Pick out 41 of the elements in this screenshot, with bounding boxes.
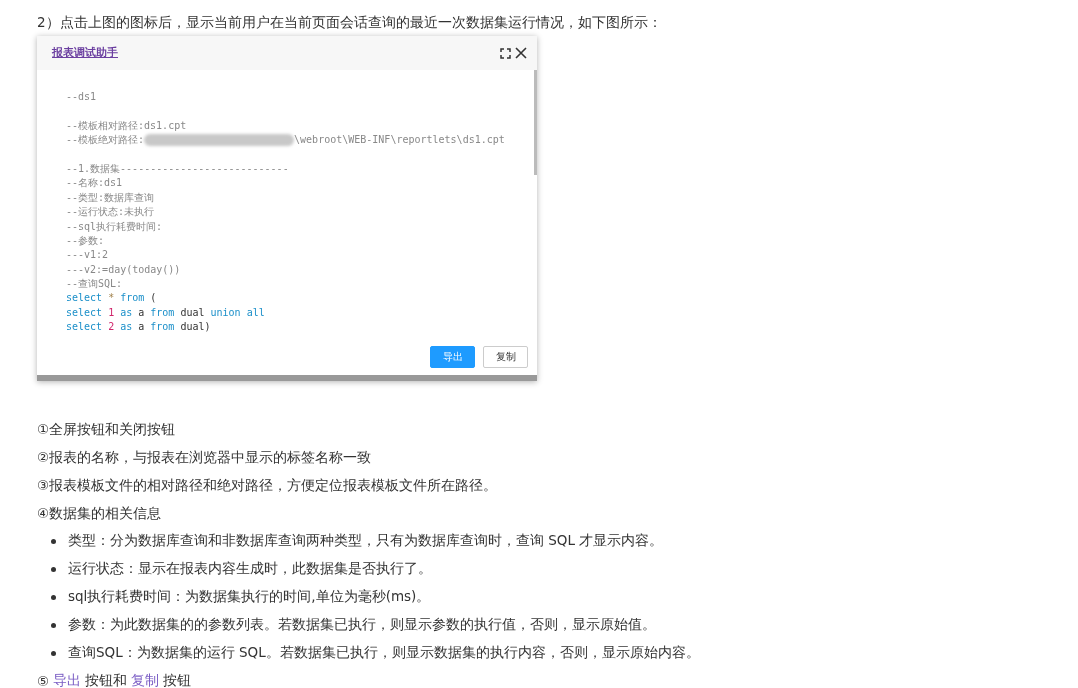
note-text: ④数据集的相关信息	[37, 504, 163, 523]
code-line: select * from (	[66, 291, 158, 306]
bullet-icon	[51, 622, 56, 628]
code-line: ---v2:=day(today())	[66, 262, 182, 277]
bullet-text: 类型：分为数据库查询和非数据库查询两种类型，只有为数据库查询时，查询 SQL 才显示内容。	[68, 532, 664, 550]
bullet-text: 运行状态：显示在报表内容生成时，此数据集是否执行了。	[68, 560, 432, 578]
note-text: ③报表模板文件的相对路径和绝对路径，方便定位报表模板文件所在路径。	[37, 476, 499, 495]
bullet-text: 参数：为此数据集的的参数列表。若数据集已执行，则显示参数的执行值，否则，显示原始值。	[68, 616, 656, 634]
code-line: --查询SQL:	[66, 277, 124, 292]
code-line: --参数:	[66, 233, 106, 248]
code-line: --1.数据集----------------------------	[66, 161, 290, 176]
bullet-text: 查询SQL：为数据集的运行 SQL。若数据集已执行，则显示数据集的执行内容，否则，显示原始内容。	[68, 644, 700, 662]
link[interactable]: 导出	[53, 672, 82, 688]
code-line: --sql执行耗费时间:	[66, 219, 164, 234]
code-line: --名称:ds1	[66, 176, 124, 191]
note-text: ⑤	[37, 673, 50, 688]
link[interactable]: 复制	[131, 672, 160, 688]
dialog-title: 报表调试助手	[52, 46, 118, 60]
note-text: 按钮	[163, 672, 192, 688]
scrollbar[interactable]	[534, 70, 537, 175]
code-line: --类型:数据库查询	[66, 190, 156, 205]
note-text: ②报表的名称，与报表在浏览器中显示的标签名称一致	[37, 448, 373, 467]
note-text: 按钮和	[85, 672, 128, 688]
bullet-icon	[51, 538, 56, 544]
code-line: --模板相对路径:ds1.cpt	[66, 118, 188, 133]
code-line: --模板绝对路径: \webroot\WEB-INF\reportlets\ds1.cpt	[66, 133, 506, 148]
code-line: --运行状态:未执行	[66, 205, 156, 220]
code-line: --ds1	[66, 90, 98, 104]
bullet-icon	[51, 594, 56, 600]
code-line: ---v1:2	[66, 248, 110, 263]
export-button[interactable]: 导出	[430, 346, 475, 368]
code-line: select 1 as a from dual union all	[66, 305, 266, 320]
bullet-icon	[51, 566, 56, 572]
code-line: select 2 as a from dual)	[66, 320, 212, 335]
intro-text: 2）点击上图的图标后，显示当前用户在当前页面会话查询的最近一次数据集运行情况，如下图所示：	[37, 13, 663, 32]
copy-button[interactable]: 复制	[483, 346, 528, 368]
note-text: ①全屏按钮和关闭按钮	[37, 420, 177, 439]
fullscreen-icon[interactable]	[500, 47, 511, 59]
close-icon[interactable]	[515, 47, 527, 59]
bullet-text: sql执行耗费时间：为数据集执行的时间,单位为毫秒(ms)。	[68, 588, 431, 606]
bullet-icon	[51, 650, 56, 656]
